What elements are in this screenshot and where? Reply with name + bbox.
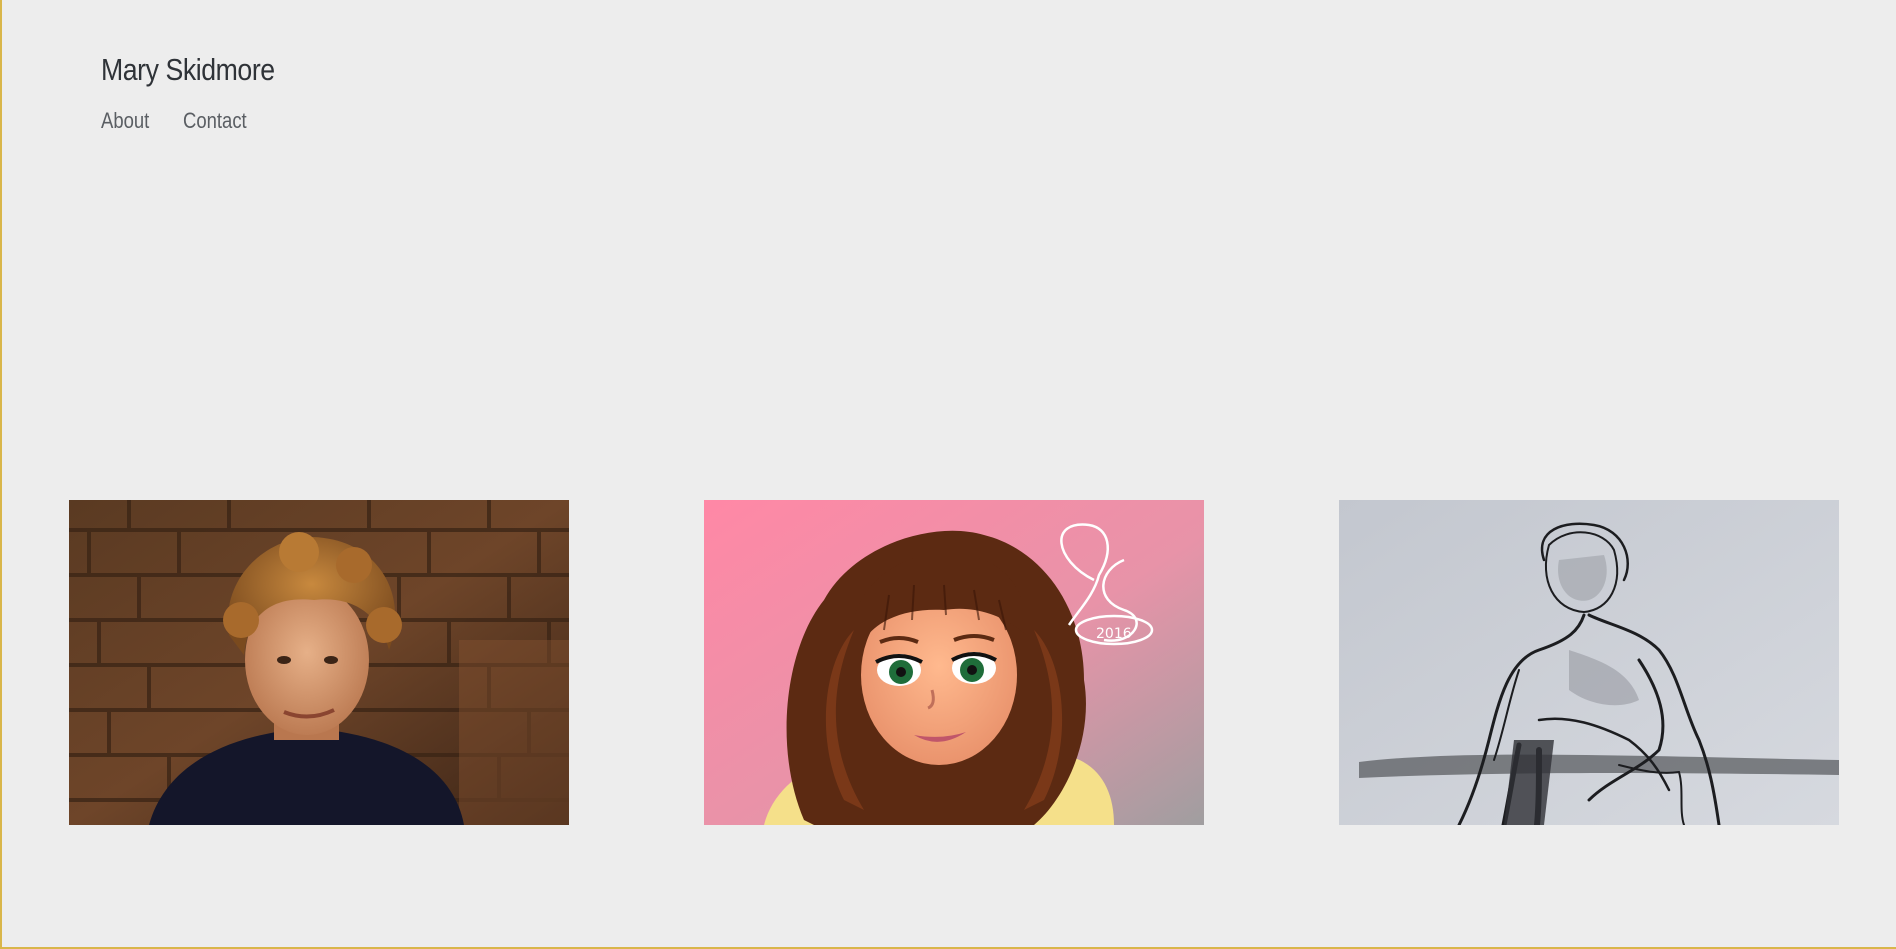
gallery-grid: 2016 [2,500,1896,825]
gallery-item-portrait-photo[interactable] [69,500,569,825]
site-title-link[interactable]: Mary Skidmore [101,52,275,88]
gallery-item-sketch[interactable] [1339,500,1839,825]
portrait-photo-image [69,500,569,825]
nav-link-contact[interactable]: Contact [183,108,250,134]
gallery-item-illustration[interactable]: 2016 [704,500,1204,825]
page: Mary Skidmore About Contact 2016 [0,0,1896,949]
sketch-image [1339,500,1839,825]
illustration-image: 2016 [704,500,1204,825]
nav-link-about[interactable]: About [101,108,170,134]
main-nav: About Contact [101,108,263,134]
signature-year: 2016 [1096,626,1132,642]
